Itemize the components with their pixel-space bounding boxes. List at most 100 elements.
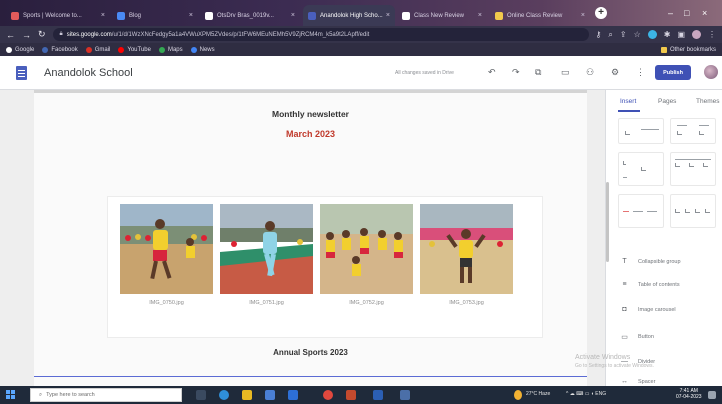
browser-tab[interactable]: Online Class Review × xyxy=(490,5,590,26)
close-icon[interactable]: × xyxy=(288,12,295,19)
mail-icon[interactable] xyxy=(288,390,298,400)
close-icon[interactable]: × xyxy=(186,12,193,19)
share-icon[interactable]: ⇪ xyxy=(620,30,627,39)
bookmark-label: News xyxy=(199,46,215,53)
preview-icon[interactable]: ⧉ xyxy=(535,67,541,78)
bookmark-item[interactable]: Google xyxy=(6,46,35,53)
maximize-icon[interactable]: □ xyxy=(684,8,689,18)
link-icon[interactable]: ▭ xyxy=(561,67,570,78)
reload-icon[interactable]: ↻ xyxy=(38,29,46,40)
weather-icon[interactable] xyxy=(514,390,522,400)
share-with-others-icon[interactable]: ⚇ xyxy=(586,67,594,78)
close-icon[interactable]: × xyxy=(383,12,390,19)
layout-option[interactable] xyxy=(670,194,716,228)
edge-icon[interactable] xyxy=(219,390,229,400)
notifications-icon[interactable] xyxy=(708,391,716,399)
browser-tab[interactable]: Class New Review × xyxy=(397,5,487,26)
close-icon[interactable]: × xyxy=(98,12,105,19)
component-collapsible-group[interactable]: T Collapsible group xyxy=(620,258,680,265)
url-input[interactable]: 🔒︎ sites.google.com /u/1/d/1WzXNcFedgy5a… xyxy=(52,28,589,41)
taskbar-search-input[interactable]: ⌕ Type here to search xyxy=(30,388,182,402)
publish-button[interactable]: Publish xyxy=(655,65,691,80)
task-view-icon[interactable] xyxy=(196,390,206,400)
profile-avatar[interactable] xyxy=(692,30,701,39)
image-placeholder-icon xyxy=(685,209,690,213)
sidepanel-icon[interactable]: ▣ xyxy=(677,30,685,39)
google-sites-logo[interactable] xyxy=(16,66,27,80)
newsletter-date[interactable]: March 2023 xyxy=(34,129,587,139)
new-tab-button[interactable]: + xyxy=(595,7,607,19)
forward-icon[interactable]: → xyxy=(22,30,31,40)
file-explorer-icon[interactable] xyxy=(242,390,252,400)
more-options-icon[interactable]: ⋮ xyxy=(636,67,645,78)
bookmark-item[interactable]: Gmail xyxy=(85,46,110,53)
weather-status[interactable]: 27°C Haze xyxy=(526,391,550,397)
browser-tab[interactable]: Sports | Welcome to... × xyxy=(6,5,110,26)
collapsible-group-icon: T xyxy=(622,258,627,265)
tray-icons[interactable]: ^ ☁ ⌨ ▭ ◖ ENG xyxy=(566,391,606,397)
undo-icon[interactable]: ↶ xyxy=(488,67,496,78)
gallery-image[interactable] xyxy=(220,204,313,294)
chrome-icon[interactable] xyxy=(323,390,333,400)
app-icon[interactable] xyxy=(400,390,410,400)
text-line xyxy=(647,211,657,212)
image-placeholder-icon xyxy=(677,131,682,135)
store-icon[interactable] xyxy=(265,390,275,400)
panel-scrollbar[interactable] xyxy=(606,182,609,262)
more-icon[interactable]: ⋮ xyxy=(708,30,716,39)
image-placeholder-icon xyxy=(703,163,708,167)
other-bookmarks[interactable]: Other bookmarks xyxy=(660,46,716,53)
button-icon: ▭ xyxy=(621,334,628,341)
avatar[interactable] xyxy=(704,65,718,79)
component-button[interactable]: ▭ Button xyxy=(620,333,654,341)
tab-themes[interactable]: Themes xyxy=(696,98,719,105)
image-gallery[interactable]: IMG_0750.jpg IMG_0751.jpg IMG_0752.jpg I… xyxy=(108,197,542,337)
gallery-image[interactable] xyxy=(120,204,213,294)
component-spacer[interactable]: ↔ Spacer xyxy=(620,378,655,385)
bookmark-label: Google xyxy=(15,46,35,53)
component-table-of-contents[interactable]: ≡ Table of contents xyxy=(620,281,679,288)
layout-option[interactable] xyxy=(618,152,664,186)
image-placeholder-icon xyxy=(705,209,710,213)
windows-taskbar: ⌕ Type here to search 27°C Haze ^ ☁ ⌨ ▭ … xyxy=(0,386,722,404)
newsletter-title[interactable]: Monthly newsletter xyxy=(34,109,587,119)
close-window-icon[interactable]: × xyxy=(702,8,707,18)
windows-start-icon[interactable] xyxy=(6,390,16,400)
taskbar-clock[interactable]: 7:41 AM 07-04-2023 xyxy=(676,388,702,400)
bookmark-item[interactable]: Facebook xyxy=(42,46,78,53)
tab-insert[interactable]: Insert xyxy=(620,98,636,105)
bookmark-item[interactable]: Maps xyxy=(158,46,183,53)
layout-option[interactable] xyxy=(670,118,716,144)
powerpoint-icon[interactable] xyxy=(346,390,356,400)
settings-icon[interactable]: ⚙ xyxy=(611,67,619,78)
layout-option[interactable] xyxy=(618,194,664,228)
component-image-carousel[interactable]: ◘ Image carousel xyxy=(620,306,675,313)
bookmark-item[interactable]: YouTube xyxy=(118,46,151,53)
insert-panel: Insert Pages Themes T Collapsible group … xyxy=(605,90,722,386)
browser-tab-active[interactable]: Anandolok High Scho... × xyxy=(303,5,395,26)
site-page[interactable]: Monthly newsletter March 2023 IMG_0750.j… xyxy=(34,93,587,386)
word-icon[interactable] xyxy=(373,390,383,400)
gallery-image[interactable] xyxy=(320,204,413,294)
selected-section-outline[interactable] xyxy=(34,376,587,386)
star-icon[interactable]: ☆ xyxy=(634,30,641,39)
minimize-icon[interactable]: – xyxy=(668,8,673,18)
gallery-image[interactable] xyxy=(420,204,513,294)
bookmark-item[interactable]: News xyxy=(190,46,215,53)
redo-icon[interactable]: ↷ xyxy=(512,67,520,78)
back-icon[interactable]: ← xyxy=(6,30,15,40)
extension-icon[interactable] xyxy=(647,30,657,39)
tab-pages[interactable]: Pages xyxy=(658,98,676,105)
zoom-icon[interactable]: ⌕ xyxy=(608,30,612,40)
key-icon[interactable]: ⚷ xyxy=(596,30,602,39)
layout-option[interactable] xyxy=(618,118,664,144)
close-icon[interactable]: × xyxy=(475,12,482,19)
close-icon[interactable]: × xyxy=(578,12,585,19)
extensions-puzzle-icon[interactable]: ✱ xyxy=(664,30,671,39)
layout-option[interactable] xyxy=(670,152,716,186)
tab-title: OtsDrv Bras_0019v... xyxy=(217,12,274,19)
site-name[interactable]: Anandolok School xyxy=(44,67,133,79)
browser-tab[interactable]: OtsDrv Bras_0019v... × xyxy=(200,5,300,26)
browser-tab[interactable]: Blog × xyxy=(112,5,198,26)
section-title[interactable]: Annual Sports 2023 xyxy=(34,348,587,357)
